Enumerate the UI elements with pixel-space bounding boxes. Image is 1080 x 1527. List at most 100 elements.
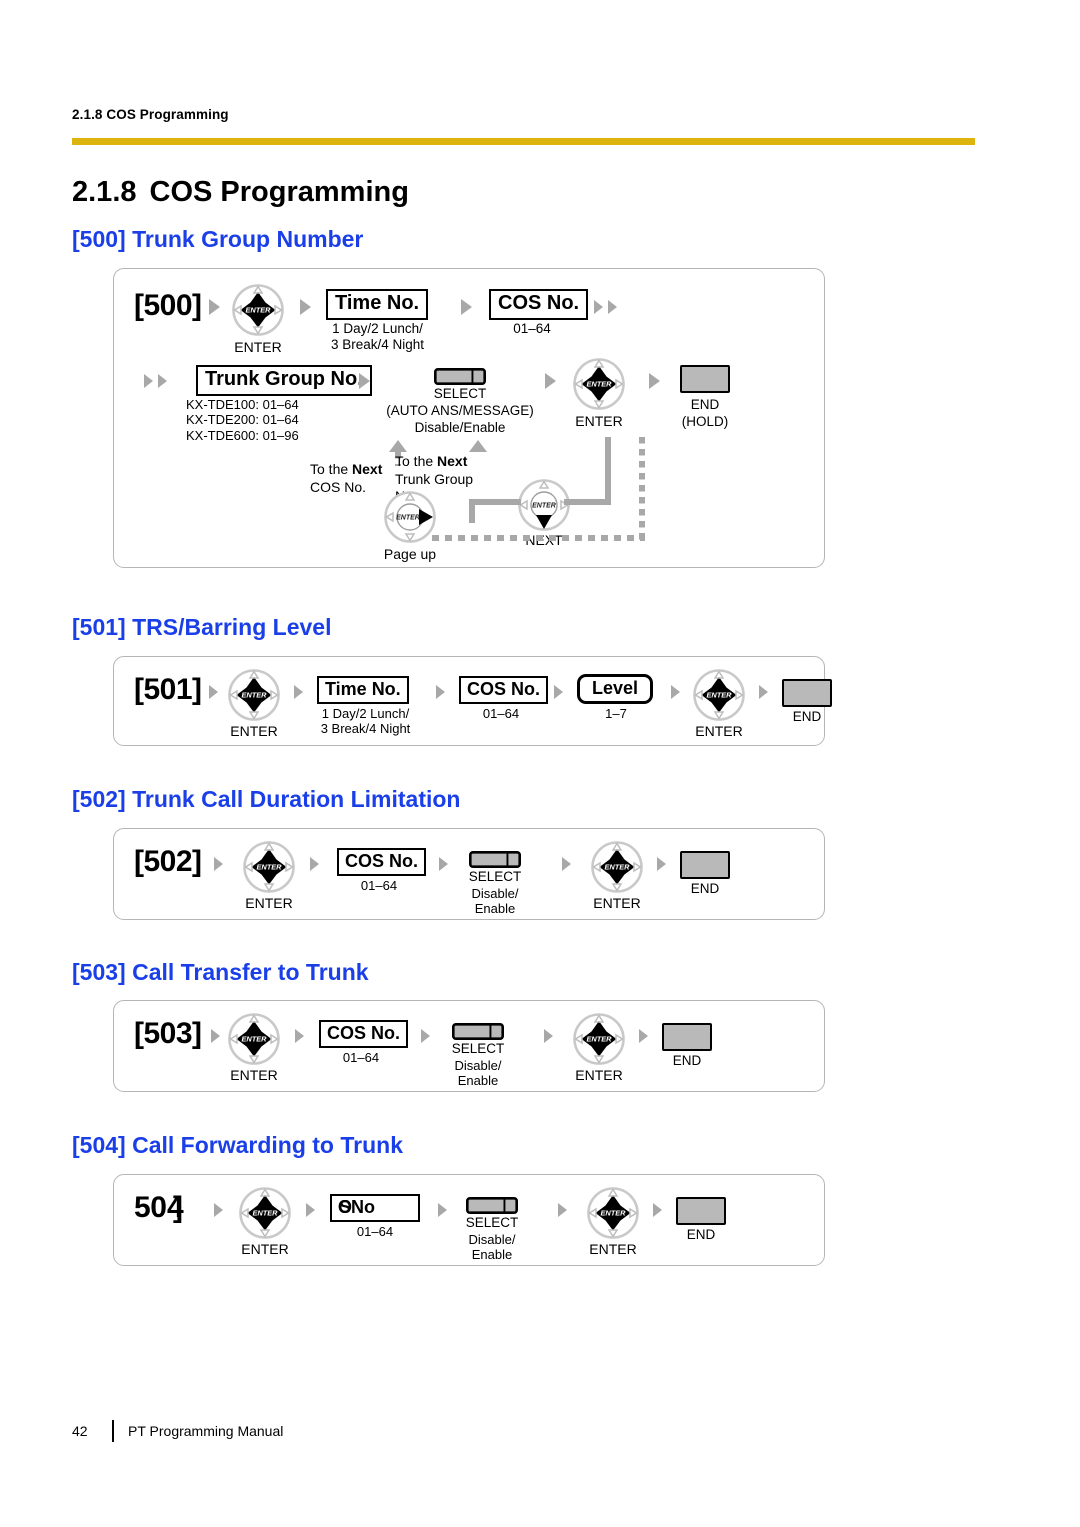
svg-text:ENTER: ENTER xyxy=(532,502,556,509)
flow-arrow-icon xyxy=(639,1029,648,1043)
svg-text:ENTER: ENTER xyxy=(586,1035,612,1044)
footer-manual-title: PT Programming Manual xyxy=(128,1423,284,1439)
enter-key-icon: ENTER xyxy=(242,840,296,894)
loop-arrow-icon xyxy=(469,440,487,452)
svg-text:ENTER: ENTER xyxy=(706,691,732,700)
enter-key-label: ENTER xyxy=(245,895,293,911)
page-up-key-label: Page up xyxy=(383,546,437,562)
enter-key-label: ENTER xyxy=(593,895,641,911)
enter-key-icon: ENTER xyxy=(692,668,746,722)
select-key-icon xyxy=(434,368,486,385)
footer-divider xyxy=(112,1420,114,1442)
enter-key-label: ENTER xyxy=(589,1241,637,1257)
select-key-label: SELECT xyxy=(468,869,522,884)
svg-text:ENTER: ENTER xyxy=(256,863,282,872)
flow-arrow-icon xyxy=(562,857,571,871)
end-key-label: END xyxy=(690,881,720,896)
select-key-label: SELECT xyxy=(451,1041,505,1056)
flow-arrow-icon xyxy=(300,299,311,315)
level-range: 1–7 xyxy=(605,706,627,721)
cos-no-box: COS No. xyxy=(337,848,427,877)
end-key-label: END xyxy=(686,1227,716,1242)
diagram-504: 50 4] ENTER ENTER C O S No 01–64 SELECT … xyxy=(113,1174,825,1266)
program-code-503: [503] xyxy=(134,1017,202,1050)
cos-no-range: 01–64 xyxy=(342,1050,380,1065)
loop-arrow-icon xyxy=(389,440,407,452)
end-key-label: END xyxy=(792,709,822,724)
svg-text:ENTER: ENTER xyxy=(241,1035,267,1044)
svg-text:ENTER: ENTER xyxy=(600,1209,626,1218)
flow-arrow-icon xyxy=(545,373,556,389)
select-disable-enable: Disable/ Enable xyxy=(454,1058,502,1089)
select-key-icon xyxy=(452,1023,504,1040)
svg-text:ENTER: ENTER xyxy=(245,306,271,315)
flow-arrow-icon xyxy=(209,299,220,315)
loop-path xyxy=(469,499,475,523)
cos-no-range: 01–64 xyxy=(513,321,551,336)
time-no-label: Time No. xyxy=(326,289,429,320)
flow-arrow-icon xyxy=(461,299,472,315)
svg-text:ENTER: ENTER xyxy=(396,514,420,521)
page-title: 2.1.8 COS Programming xyxy=(72,176,409,209)
enter-key-label: ENTER xyxy=(230,1067,278,1083)
enter-key-icon: ENTER xyxy=(231,283,285,337)
flow-arrow-icon xyxy=(544,1029,553,1043)
select-disable-enable: Disable/ Enable xyxy=(471,886,519,917)
diagram-502: [502] ENTER ENTER COS No. 01–64 SELECT D… xyxy=(113,828,825,920)
enter-key-label: ENTER xyxy=(575,1067,623,1083)
end-key-icon xyxy=(662,1023,712,1051)
flow-arrow-icon xyxy=(144,374,153,388)
loop-path xyxy=(605,437,611,505)
flow-arrow-icon xyxy=(554,685,563,699)
flow-arrow-icon xyxy=(653,1203,662,1217)
cos-no-label: COS No. xyxy=(319,1020,409,1049)
section-number: 2.1.8 xyxy=(72,176,137,208)
running-head: 2.1.8 COS Programming xyxy=(72,107,229,122)
cos-no-box: C O S No xyxy=(330,1194,420,1223)
enter-key-label: ENTER xyxy=(695,723,743,739)
cos-no-box: COS No. xyxy=(319,1020,409,1049)
select-key-label: SELECT xyxy=(465,1215,519,1230)
end-key-icon xyxy=(680,365,730,393)
trunk-group-no-box: Trunk Group No. xyxy=(196,365,372,396)
enter-key-icon: ENTER xyxy=(572,1012,626,1066)
time-no-range: 1 Day/2 Lunch/ 3 Break/4 Night xyxy=(330,321,425,353)
flow-arrow-icon xyxy=(359,373,370,389)
flow-arrow-icon xyxy=(214,857,223,871)
heading-500: [500] Trunk Group Number xyxy=(72,226,364,252)
cos-no-label: C O S No xyxy=(330,1194,420,1223)
select-disable-enable: Disable/Enable xyxy=(414,420,506,435)
select-key-icon xyxy=(466,1197,518,1214)
loop-path xyxy=(469,499,521,505)
end-key-icon xyxy=(782,679,832,707)
end-key-icon xyxy=(676,1197,726,1225)
end-key-hold-label: (HOLD) xyxy=(681,414,729,429)
enter-key-label: ENTER xyxy=(575,413,623,429)
enter-key-label: ENTER xyxy=(230,723,278,739)
select-key-label: SELECT xyxy=(433,386,487,401)
svg-text:ENTER: ENTER xyxy=(241,691,267,700)
section-title: COS Programming xyxy=(149,176,409,208)
flow-arrow-icon xyxy=(657,857,666,871)
program-code-504-glyphs: 50 4] xyxy=(134,1191,184,1224)
loop-path-dashed xyxy=(432,535,645,541)
flow-arrow-icon xyxy=(594,300,603,314)
program-code-502: [502] xyxy=(134,845,202,878)
enter-key-icon: ENTER xyxy=(238,1186,292,1240)
end-key-label: END xyxy=(672,1053,702,1068)
to-next-cos-note: To the Next COS No. xyxy=(310,461,383,495)
program-code-500: [500] xyxy=(134,289,202,322)
time-no-box: Time No. xyxy=(317,676,409,705)
end-key-label: END xyxy=(690,397,720,412)
time-no-box: Time No. xyxy=(326,289,429,320)
svg-text:ENTER: ENTER xyxy=(604,863,630,872)
flow-arrow-icon xyxy=(671,685,680,699)
flow-arrow-icon xyxy=(209,685,218,699)
flow-arrow-icon xyxy=(306,1203,315,1217)
flow-arrow-icon xyxy=(558,1203,567,1217)
flow-arrow-icon xyxy=(294,685,303,699)
svg-text:ENTER: ENTER xyxy=(586,380,612,389)
time-no-label: Time No. xyxy=(317,676,409,705)
heading-503: [503] Call Transfer to Trunk xyxy=(72,959,369,985)
enter-key-icon: ENTER xyxy=(590,840,644,894)
